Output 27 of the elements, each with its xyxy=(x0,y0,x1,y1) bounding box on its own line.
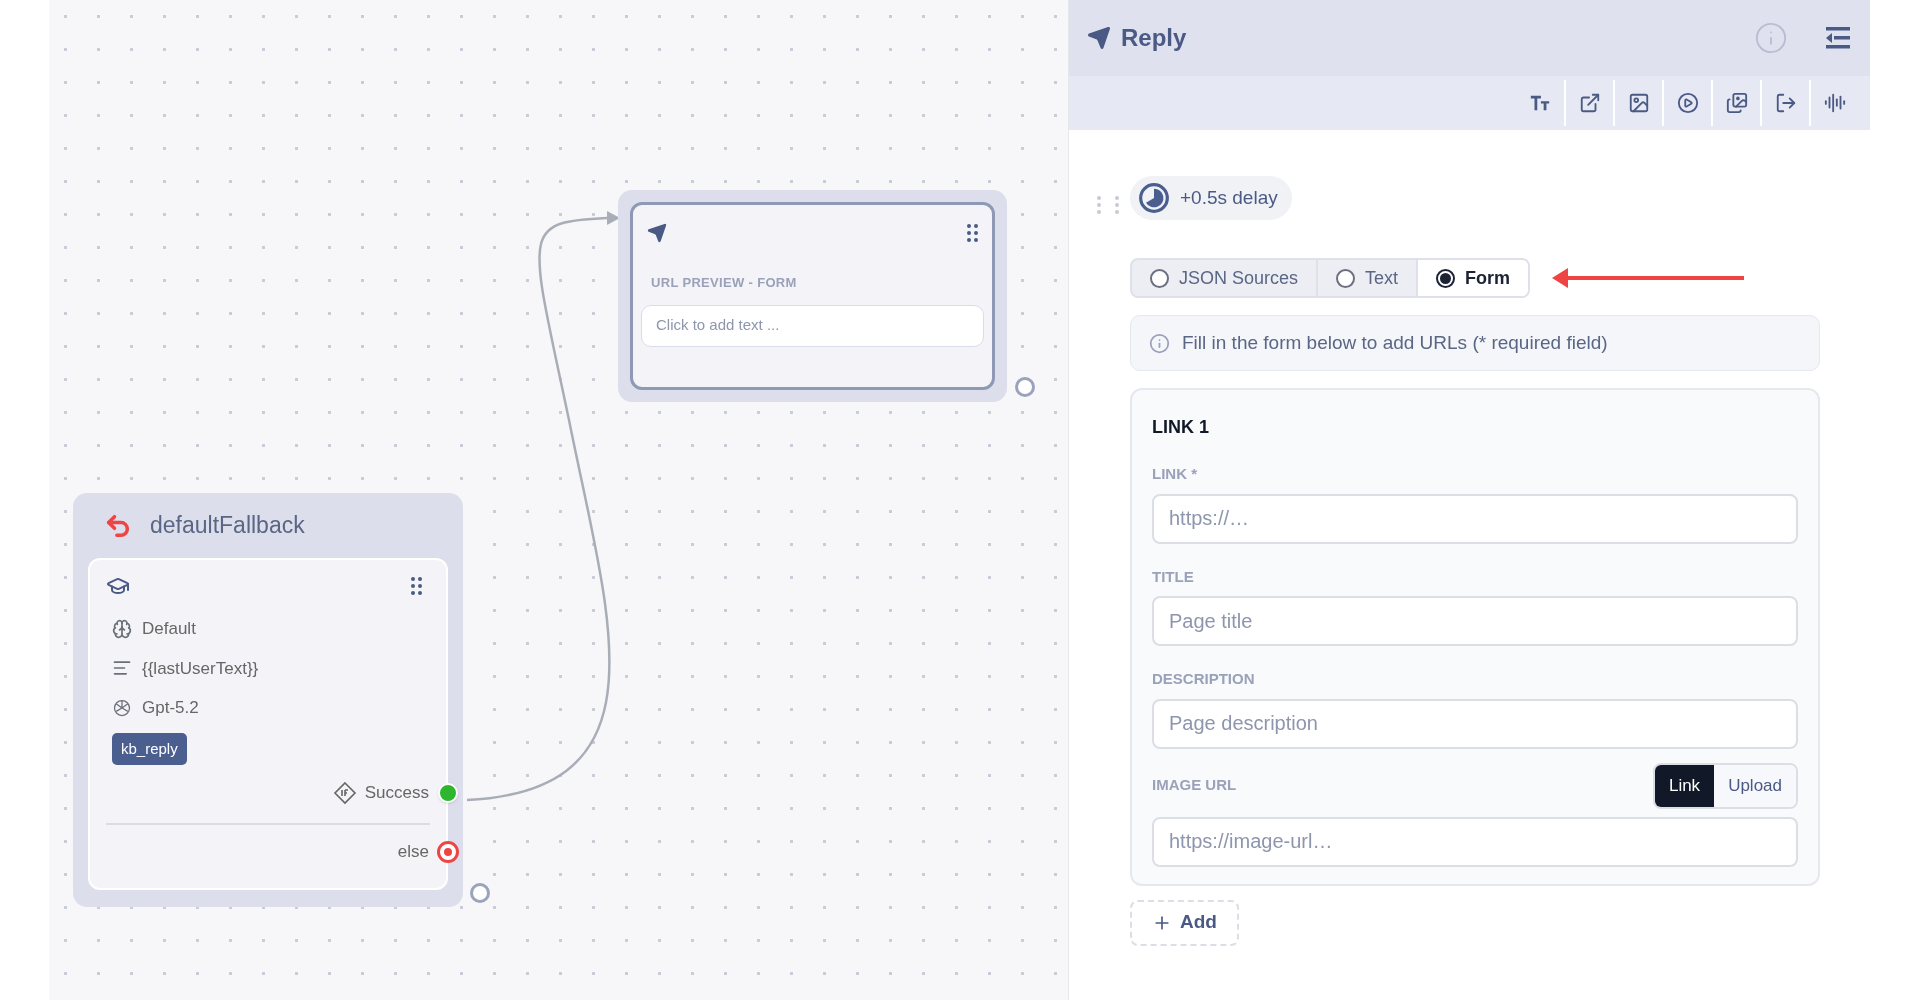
output-label: Success xyxy=(364,782,429,805)
node-row-text: Gpt-5.2 xyxy=(142,697,199,719)
output-label: else xyxy=(397,841,429,864)
field-label: TITLE xyxy=(1152,566,1195,587)
field-label: IMAGE URL xyxy=(1152,775,1237,796)
text-field[interactable]: Page description xyxy=(1152,698,1798,749)
delay-chip[interactable]: +0.5s delay xyxy=(1130,176,1292,220)
field-label: DESCRIPTION xyxy=(1152,669,1256,689)
link-heading: LINK 1 xyxy=(1152,416,1210,439)
tag-badge: kb_reply xyxy=(112,732,187,765)
text-field[interactable]: Page title xyxy=(1152,596,1798,646)
node-title: URL PREVIEW - FORM xyxy=(650,274,798,292)
text-field[interactable]: https://image-url… xyxy=(1152,816,1798,867)
text-field[interactable]: https://… xyxy=(1152,493,1798,544)
node-row-text: Default xyxy=(142,618,196,640)
add-button[interactable]: Add xyxy=(1130,899,1239,946)
node-frame[interactable]: defaultFallback Default {{lastUserText}} Gpt-5.2 kb_reply Success else xyxy=(73,493,463,907)
mode-option[interactable]: JSON Sources xyxy=(1132,260,1317,296)
panel-title: Reply xyxy=(1121,23,1187,53)
source-option[interactable]: Upload xyxy=(1714,764,1796,807)
mode-option[interactable]: Form xyxy=(1416,260,1529,296)
node-row-text: {{lastUserText}} xyxy=(142,657,259,680)
node-title: defaultFallback xyxy=(150,511,305,541)
hint-text: Fill in the form below to add URLs (* required field) xyxy=(1182,330,1608,355)
source-option[interactable]: Link xyxy=(1654,764,1715,807)
field-label: LINK * xyxy=(1152,464,1198,484)
delay-text: +0.5s delay xyxy=(1180,185,1278,210)
